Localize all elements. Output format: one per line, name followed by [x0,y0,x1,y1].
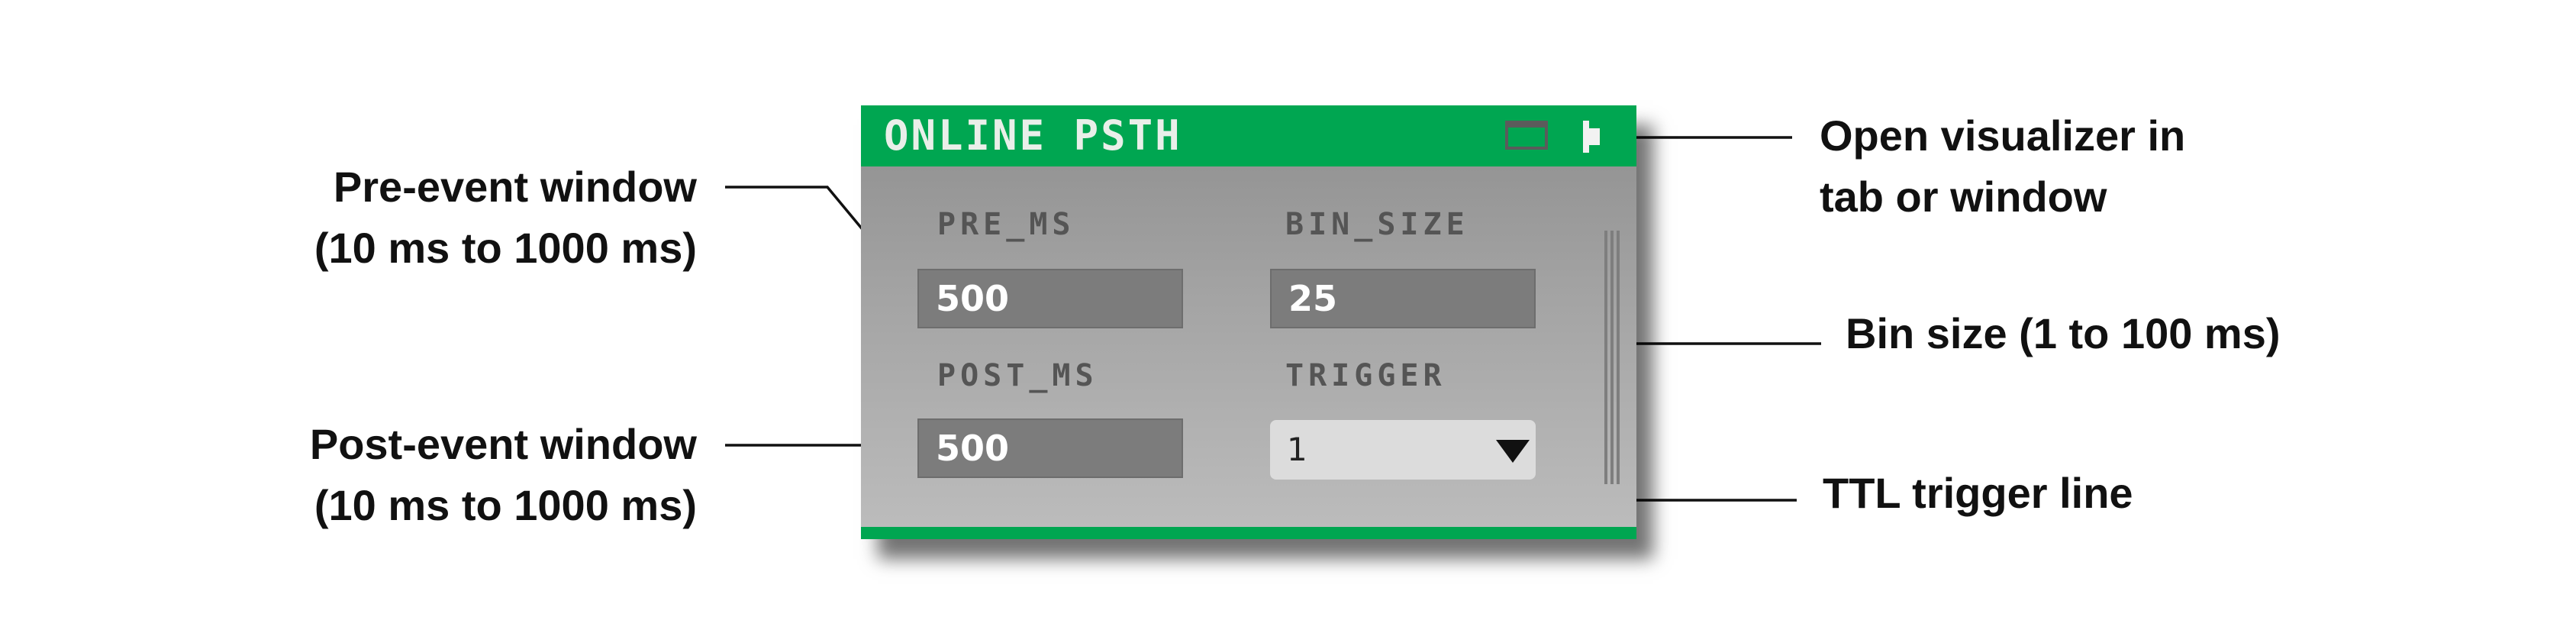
bin-size-annotation-line-1: Bin size (1 to 100 ms) [1846,309,2281,357]
scrollbar-rail-3 [1617,231,1620,484]
pre-event-annotation-line-2: (10 ms to 1000 ms) [314,224,697,272]
panel-title-bar: ONLINE PSTH [861,105,1636,166]
bin-size-annotation: Bin size (1 to 100 ms) [1846,303,2281,364]
panel-title: ONLINE PSTH [884,111,1182,160]
open-visualizer-annotation-line-1: Open visualizer in [1820,111,2186,160]
window-icon-bar [1583,121,1589,153]
pre-ms-label: PRE_MS [937,207,1075,242]
scrollbar-rail-1 [1604,231,1607,484]
pre-ms-input[interactable]: 500 [917,269,1183,328]
online-psth-panel: ONLINE PSTH PRE_MS 500 BIN_SIZE 25 POST_… [861,105,1636,539]
scrollbar-rail-2 [1610,231,1614,484]
open-visualizer-annotation-line-2: tab or window [1820,173,2107,221]
post-ms-input[interactable]: 500 [917,418,1183,478]
bin-size-input[interactable]: 25 [1270,269,1536,328]
window-icon-tip [1589,128,1600,145]
dropdown-arrow-icon [1496,440,1530,463]
trigger-selected-value: 1 [1287,431,1307,468]
post-event-annotation-line-1: Post-event window [309,420,697,468]
window-icon[interactable] [1580,119,1601,154]
tab-icon[interactable] [1505,121,1548,150]
pre-event-annotation: Pre-event window (10 ms to 1000 ms) [314,157,697,279]
panel-scrollbar[interactable] [1604,231,1620,484]
ttl-trigger-annotation-line-1: TTL trigger line [1823,469,2133,517]
trigger-dropdown[interactable]: 1 [1270,420,1536,480]
post-ms-label: POST_MS [937,358,1098,393]
post-event-annotation-line-2: (10 ms to 1000 ms) [314,481,697,529]
pre-event-annotation-line-1: Pre-event window [333,163,697,211]
trigger-label: TRIGGER [1285,358,1446,393]
bin-size-label: BIN_SIZE [1285,207,1469,242]
open-visualizer-annotation: Open visualizer in tab or window [1820,105,2185,228]
post-event-annotation: Post-event window (10 ms to 1000 ms) [310,414,697,536]
ttl-trigger-annotation: TTL trigger line [1823,463,2133,524]
panel-footer-bar [861,527,1636,539]
